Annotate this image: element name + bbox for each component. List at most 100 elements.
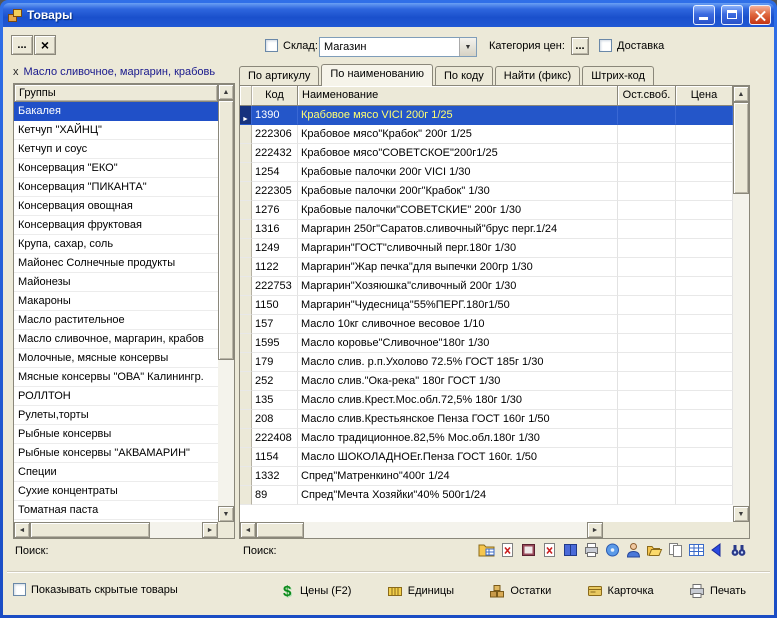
group-item[interactable]: Рыбные консервы	[14, 425, 218, 444]
group-item[interactable]: Майонезы	[14, 273, 218, 292]
table-row[interactable]: 1249 Маргарин"ГОСТ"сливочный перг.180г 1…	[240, 239, 733, 258]
export-table-icon[interactable]	[477, 541, 496, 559]
scroll-down-icon[interactable]	[733, 506, 749, 522]
tab[interactable]: По артикулу	[239, 66, 319, 85]
group-item[interactable]: Томатная паста	[14, 501, 218, 520]
table-vscroll-thumb[interactable]	[733, 102, 749, 194]
scroll-right-icon[interactable]	[202, 522, 218, 538]
table-row[interactable]: 1154 Масло ШОКОЛАДНОЕг.Пенза ГОСТ 160г. …	[240, 448, 733, 467]
group-item[interactable]: Масло сливочное, маргарин, крабов	[14, 330, 218, 349]
groups-horizontal-scrollbar[interactable]	[14, 522, 218, 538]
group-item[interactable]: Сухие концентраты	[14, 482, 218, 501]
group-item[interactable]: Консервация "ЕКО"	[14, 159, 218, 178]
stocks-button[interactable]: Остатки	[489, 584, 551, 598]
price-column-header[interactable]: Цена	[676, 86, 733, 106]
scroll-right-icon[interactable]	[587, 522, 603, 538]
table-row[interactable]: 222753 Маргарин"Хозяюшка"сливочный 200г …	[240, 277, 733, 296]
group-item[interactable]: Макароны	[14, 292, 218, 311]
units-button[interactable]: Единицы	[387, 584, 454, 598]
table-row[interactable]: 252 Масло слив."Ока-река" 180г ГОСТ 1/30	[240, 372, 733, 391]
chevron-down-icon[interactable]	[459, 38, 476, 56]
group-item[interactable]: Специи	[14, 463, 218, 482]
tab[interactable]: По коду	[435, 66, 493, 85]
table-row[interactable]: 135 Масло слив.Крест.Мос.обл.72,5% 180г …	[240, 391, 733, 410]
excel-print-icon[interactable]	[540, 541, 559, 559]
group-item[interactable]: Консервация "ПИКАНТА"	[14, 178, 218, 197]
table-row[interactable]: 1122 Маргарин"Жар печка"для выпечки 200г…	[240, 258, 733, 277]
card-button[interactable]: Карточка	[587, 584, 654, 598]
grid-icon[interactable]	[687, 541, 706, 559]
table-row[interactable]: 222432 Крабовое мясо"СОВЕТСКОЕ"200г1/25	[240, 144, 733, 163]
table-row[interactable]: 1254 Крабовые палочки 200г VICI 1/30	[240, 163, 733, 182]
scroll-up-icon[interactable]	[733, 86, 749, 102]
back-arrow-icon[interactable]	[708, 541, 727, 559]
print-button[interactable]: Печать	[689, 584, 746, 598]
report-book-icon[interactable]	[519, 541, 538, 559]
group-item[interactable]: Молочные, мясные консервы	[14, 349, 218, 368]
binoculars-icon[interactable]	[729, 541, 748, 559]
scroll-up-icon[interactable]	[218, 84, 234, 100]
filter-clear-button[interactable]: ×	[34, 35, 56, 55]
table-row[interactable]: 1390 Крабовое мясо VICI 200г 1/25	[240, 106, 733, 125]
group-item[interactable]: Консервация овощная	[14, 197, 218, 216]
group-item[interactable]: РОЛЛТОН	[14, 387, 218, 406]
table-row[interactable]: 1150 Маргарин"Чудесница"55%ПЕРГ.180г1/50	[240, 296, 733, 315]
dostavka-checkbox[interactable]	[599, 39, 612, 52]
table-row[interactable]: 157 Масло 10кг сливочное весовое 1/10	[240, 315, 733, 334]
minimize-button[interactable]	[693, 5, 715, 25]
scroll-left-icon[interactable]	[14, 522, 30, 538]
table-row[interactable]: 1316 Маргарин 250г"Саратов.сливочный"бру…	[240, 220, 733, 239]
excel-export-icon[interactable]	[498, 541, 517, 559]
table-vertical-scrollbar[interactable]	[733, 86, 749, 522]
group-item[interactable]: Крупа, сахар, соль	[14, 235, 218, 254]
table-row[interactable]: 222306 Крабовое мясо"Крабок" 200г 1/25	[240, 125, 733, 144]
restore-button[interactable]	[721, 5, 743, 25]
groups-column-header[interactable]: Группы	[14, 84, 218, 102]
group-item[interactable]: Майонес Солнечные продукты	[14, 254, 218, 273]
table-row[interactable]: 208 Масло слив.Крестьянское Пенза ГОСТ 1…	[240, 410, 733, 429]
table-row[interactable]: 222305 Крабовые палочки 200г"Крабок" 1/3…	[240, 182, 733, 201]
titlebar[interactable]: Товары	[3, 3, 774, 27]
group-filter-clear[interactable]: x	[13, 66, 19, 78]
table-row[interactable]: 89 Спред"Мечта Хозяйки"40% 500г1/24	[240, 486, 733, 505]
groups-vscroll-thumb[interactable]	[218, 100, 234, 360]
groups-hscroll-thumb[interactable]	[30, 522, 150, 538]
copy-doc-icon[interactable]	[666, 541, 685, 559]
table-row[interactable]: 222408 Масло традиционное.82,5% Мос.обл.…	[240, 429, 733, 448]
table-horizontal-scrollbar[interactable]	[240, 522, 733, 538]
scroll-left-icon[interactable]	[240, 522, 256, 538]
tab[interactable]: По наименованию	[321, 64, 433, 86]
prices-button[interactable]: Цены (F2)	[283, 583, 351, 600]
name-column-header[interactable]: Наименование	[298, 86, 618, 106]
stock-column-header[interactable]: Ост.своб.	[618, 86, 676, 106]
tab[interactable]: Найти (фикс)	[495, 66, 580, 85]
groups-vertical-scrollbar[interactable]	[218, 84, 234, 522]
table-row[interactable]: 179 Масло слив. р.п.Ухолово 72.5% ГОСТ 1…	[240, 353, 733, 372]
close-button[interactable]	[749, 5, 771, 25]
group-item[interactable]: Кетчуп и соус	[14, 140, 218, 159]
table-hscroll-thumb[interactable]	[256, 522, 304, 538]
table-row[interactable]: 1276 Крабовые палочки"СОВЕТСКИЕ" 200г 1/…	[240, 201, 733, 220]
printer-small-icon[interactable]	[582, 541, 601, 559]
open-folder-icon[interactable]	[645, 541, 664, 559]
group-item[interactable]: Бакалея	[14, 102, 218, 121]
sklad-checkbox[interactable]	[265, 39, 278, 52]
group-item[interactable]: Рулеты,торты	[14, 406, 218, 425]
table-row[interactable]: 1595 Масло коровье"Сливочное"180г 1/30	[240, 334, 733, 353]
group-item[interactable]: Консервация фруктовая	[14, 216, 218, 235]
show-hidden-checkbox[interactable]	[13, 583, 26, 596]
sklad-combo[interactable]: Магазин	[319, 37, 477, 57]
tab[interactable]: Штрих-код	[582, 66, 654, 85]
table-row[interactable]: 1332 Спред"Матренкино"400г 1/24	[240, 467, 733, 486]
group-item[interactable]: Рыбные консервы "АКВАМАРИН"	[14, 444, 218, 463]
group-item[interactable]: Мясные консервы "ОВА" Калинингр.	[14, 368, 218, 387]
scroll-down-icon[interactable]	[218, 506, 234, 522]
filter-more-button[interactable]: ...	[11, 35, 33, 55]
code-column-header[interactable]: Код	[252, 86, 298, 106]
disc-icon[interactable]	[603, 541, 622, 559]
ledger-icon[interactable]	[561, 541, 580, 559]
category-more-button[interactable]: ...	[571, 37, 589, 55]
group-item[interactable]: Кетчуп "ХАЙНЦ"	[14, 121, 218, 140]
group-item[interactable]: Масло растительное	[14, 311, 218, 330]
user-icon[interactable]	[624, 541, 643, 559]
